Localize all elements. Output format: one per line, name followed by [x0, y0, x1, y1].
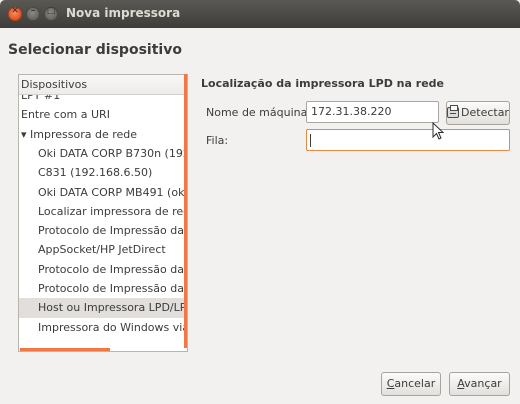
forward-label-rest: vançar	[464, 377, 502, 390]
detect-label: Detectar	[461, 106, 509, 119]
detect-button[interactable]: Detectar	[446, 101, 510, 125]
scroll-indicator-right	[184, 92, 187, 348]
device-list-item[interactable]: Localizar impressora de rede	[19, 202, 187, 222]
scroll-indicator-bottom	[20, 348, 110, 351]
device-list-item[interactable]: Protocolo de Impressão da Internet (ipps…	[19, 279, 187, 299]
device-list-item[interactable]: ▾ Impressora de rede	[19, 125, 187, 145]
device-list-item[interactable]: Oki DATA CORP MB491 (oki-mb491)	[19, 183, 187, 203]
close-icon: ✕	[11, 6, 19, 16]
printer-icon	[447, 105, 460, 118]
queue-input[interactable]	[306, 129, 510, 151]
page-title: Selecionar dispositivo	[8, 42, 182, 58]
window-title: Nova impressora	[66, 6, 181, 20]
cancel-label-rest: ancelar	[394, 377, 436, 390]
device-list-item[interactable]: C831 (192.168.6.50)	[19, 163, 187, 183]
minimize-icon: –	[30, 6, 36, 16]
scroll-indicator-top	[184, 74, 187, 92]
devices-column-header[interactable]: Dispositivos	[19, 75, 187, 95]
queue-label: Fila:	[206, 134, 229, 147]
forward-button[interactable]: Avançar	[449, 372, 510, 396]
hostname-label: Nome de máquina:	[206, 106, 312, 119]
device-list-item[interactable]: Protocolo de Impressão da Internet (http…	[19, 260, 187, 280]
device-list-item[interactable]: Oki DATA CORP B730n (192.168.6.58)	[19, 144, 187, 164]
close-window-button[interactable]: ✕	[8, 6, 22, 21]
device-list-item[interactable]: Protocolo de Impressão da Internet (ipp)	[19, 221, 187, 241]
devices-list[interactable]: LPT #1 Entre com a URI ▾ Impressora de red…	[19, 95, 187, 345]
text-caret	[310, 134, 311, 147]
title-bar: ✕ – □ Nova impressora	[0, 0, 520, 28]
hostname-input[interactable]: 172.31.38.220	[306, 101, 439, 123]
mouse-cursor-icon	[432, 122, 445, 140]
devices-panel: Dispositivos LPT #1 Entre com a URI ▾ Impr…	[18, 74, 188, 352]
maximize-icon: □	[46, 6, 56, 16]
minimize-window-button[interactable]: –	[26, 6, 40, 21]
lpd-section-title: Localização da impressora LPD na rede	[201, 77, 444, 90]
device-list-item[interactable]: Host ou Impressora LPD/LPR	[19, 298, 187, 319]
device-list-item[interactable]: Entre com a URI	[19, 105, 187, 125]
device-list-item[interactable]: Impressora do Windows via SAMBA	[19, 318, 187, 338]
cancel-button[interactable]: Cancelar	[381, 372, 441, 396]
device-list-item[interactable]: AppSocket/HP JetDirect	[19, 240, 187, 260]
maximize-window-button[interactable]: □	[44, 6, 58, 21]
